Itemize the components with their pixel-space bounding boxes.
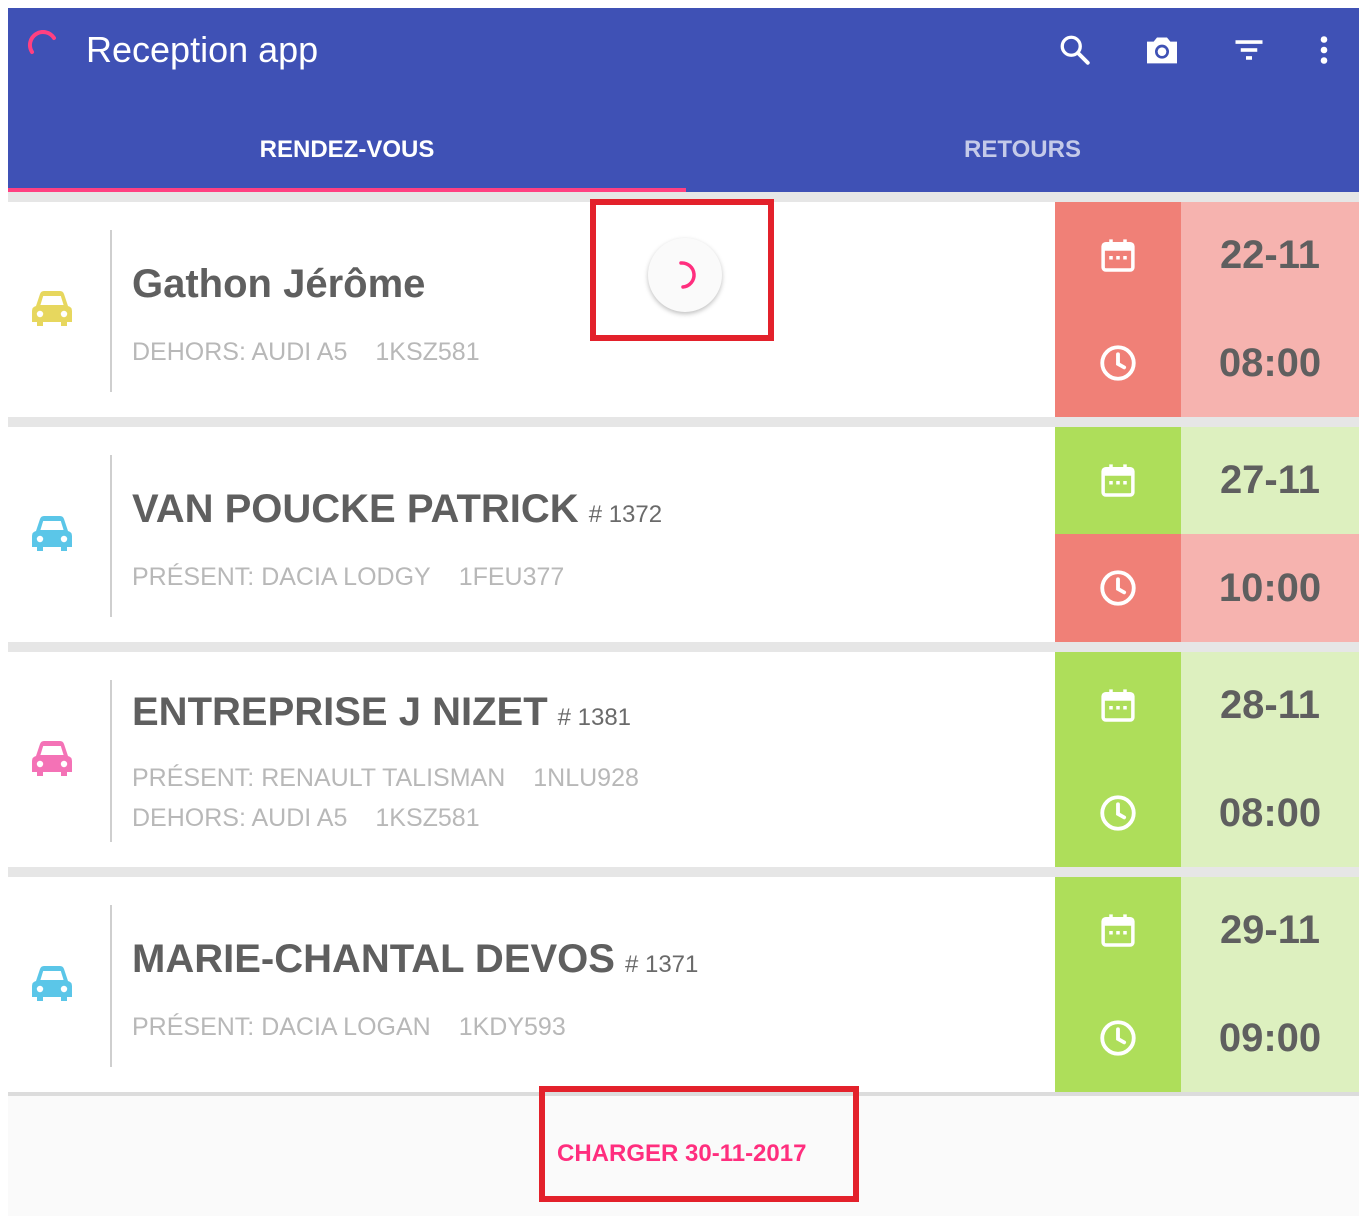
car-icon xyxy=(32,966,72,1001)
search-button[interactable] xyxy=(1051,26,1099,74)
time-cell: 08:00 xyxy=(1055,759,1359,867)
more-options-button[interactable] xyxy=(1300,26,1348,74)
appointment-number: # 1372 xyxy=(588,501,663,528)
tab-bar: RENDEZ-VOUS RETOURS xyxy=(8,108,1359,192)
date-cell: 27-11 xyxy=(1055,427,1359,534)
loading-spinner-icon xyxy=(28,30,56,54)
vehicle-line: PRÉSENT: DACIA LODGY 1FEU377 xyxy=(132,563,564,592)
appointment-time: 08:00 xyxy=(1181,309,1359,417)
vehicle-status: DEHORS: AUDI A5 xyxy=(132,338,348,366)
time-cell: 08:00 xyxy=(1055,309,1359,417)
customer-name-text: MARIE-CHANTAL DEVOS xyxy=(132,937,615,981)
customer-name-text: ENTREPRISE J NIZET xyxy=(132,690,548,734)
list-divider xyxy=(8,642,1359,652)
appointment-card[interactable]: ENTREPRISE J NIZET # 1381 PRÉSENT: RENAUL… xyxy=(8,652,1359,867)
date-cell: 28-11 xyxy=(1055,652,1359,759)
customer-name-text: Gathon Jérôme xyxy=(132,262,426,306)
list-divider xyxy=(8,417,1359,427)
car-icon xyxy=(32,291,72,326)
card-separator xyxy=(110,230,112,392)
license-plate: 1KSZ581 xyxy=(375,804,480,832)
appointment-number: # 1381 xyxy=(557,704,632,731)
calendar-icon xyxy=(1101,463,1135,497)
vehicle-line: DEHORS: AUDI A5 1KSZ581 xyxy=(132,338,480,367)
vehicle-status: DEHORS: AUDI A5 xyxy=(132,804,348,832)
customer-name: MARIE-CHANTAL DEVOS # 1371 xyxy=(132,937,698,982)
date-time-panel: 22-11 08:00 xyxy=(1055,202,1359,417)
license-plate: 1KDY593 xyxy=(458,1013,566,1041)
date-cell: 29-11 xyxy=(1055,877,1359,984)
card-separator xyxy=(110,680,112,842)
appointment-date: 29-11 xyxy=(1181,877,1359,984)
list-divider xyxy=(8,867,1359,877)
car-icon xyxy=(32,741,72,776)
app-screen: Reception app RENDEZ-VOUS RETOURS Gathon… xyxy=(8,8,1359,1216)
highlight-box xyxy=(590,199,774,341)
appointment-date: 28-11 xyxy=(1181,652,1359,759)
vehicle-status: PRÉSENT: RENAULT TALISMAN xyxy=(132,764,506,792)
camera-button[interactable] xyxy=(1138,26,1186,74)
time-cell: 09:00 xyxy=(1055,984,1359,1092)
camera-icon xyxy=(1147,37,1177,64)
vehicle-status: PRÉSENT: DACIA LOGAN xyxy=(132,1013,431,1041)
tab-rendez-vous[interactable]: RENDEZ-VOUS xyxy=(8,108,686,192)
appointment-card[interactable]: MARIE-CHANTAL DEVOS # 1371 PRÉSENT: DACIA… xyxy=(8,877,1359,1092)
card-separator xyxy=(110,455,112,617)
vehicle-line: DEHORS: AUDI A5 1KSZ581 xyxy=(132,804,480,833)
app-title: Reception app xyxy=(86,29,319,70)
appointment-date: 27-11 xyxy=(1181,427,1359,534)
calendar-icon xyxy=(1101,913,1135,947)
appointment-card[interactable]: VAN POUCKE PATRICK # 1372 PRÉSENT: DACIA … xyxy=(8,427,1359,642)
calendar-icon xyxy=(1101,238,1135,272)
filter-icon xyxy=(1235,40,1263,60)
appointment-number: # 1371 xyxy=(624,951,699,978)
license-plate: 1KSZ581 xyxy=(375,338,480,366)
appointment-date: 22-11 xyxy=(1181,202,1359,309)
clock-icon xyxy=(1100,795,1136,831)
clock-icon xyxy=(1100,1020,1136,1056)
appointment-time: 10:00 xyxy=(1181,534,1359,642)
search-icon xyxy=(1060,35,1090,65)
clock-icon xyxy=(1100,345,1136,381)
customer-name: Gathon Jérôme xyxy=(132,262,435,307)
clock-icon xyxy=(1100,570,1136,606)
tab-retours[interactable]: RETOURS xyxy=(686,108,1359,192)
date-time-panel: 28-11 08:00 xyxy=(1055,652,1359,867)
license-plate: 1FEU377 xyxy=(458,563,565,591)
appointment-time: 09:00 xyxy=(1181,984,1359,1092)
customer-name-text: VAN POUCKE PATRICK xyxy=(132,487,579,531)
vehicle-line: PRÉSENT: DACIA LOGAN 1KDY593 xyxy=(132,1013,566,1042)
app-bar: Reception app RENDEZ-VOUS RETOURS xyxy=(8,8,1359,192)
card-separator xyxy=(110,905,112,1067)
vehicle-line: PRÉSENT: RENAULT TALISMAN 1NLU928 xyxy=(132,764,639,793)
license-plate: 1NLU928 xyxy=(533,764,639,792)
filter-button[interactable] xyxy=(1225,26,1273,74)
date-time-panel: 29-11 09:00 xyxy=(1055,877,1359,1092)
appointment-time: 08:00 xyxy=(1181,759,1359,867)
customer-name: ENTREPRISE J NIZET # 1381 xyxy=(132,690,631,735)
date-cell: 22-11 xyxy=(1055,202,1359,309)
highlight-box xyxy=(539,1086,859,1202)
date-time-panel: 27-11 10:00 xyxy=(1055,427,1359,642)
car-icon xyxy=(32,516,72,551)
more-vert-icon xyxy=(1320,36,1328,64)
calendar-icon xyxy=(1101,688,1135,722)
customer-name: VAN POUCKE PATRICK # 1372 xyxy=(132,487,662,532)
vehicle-status: PRÉSENT: DACIA LODGY xyxy=(132,563,431,591)
time-cell: 10:00 xyxy=(1055,534,1359,642)
